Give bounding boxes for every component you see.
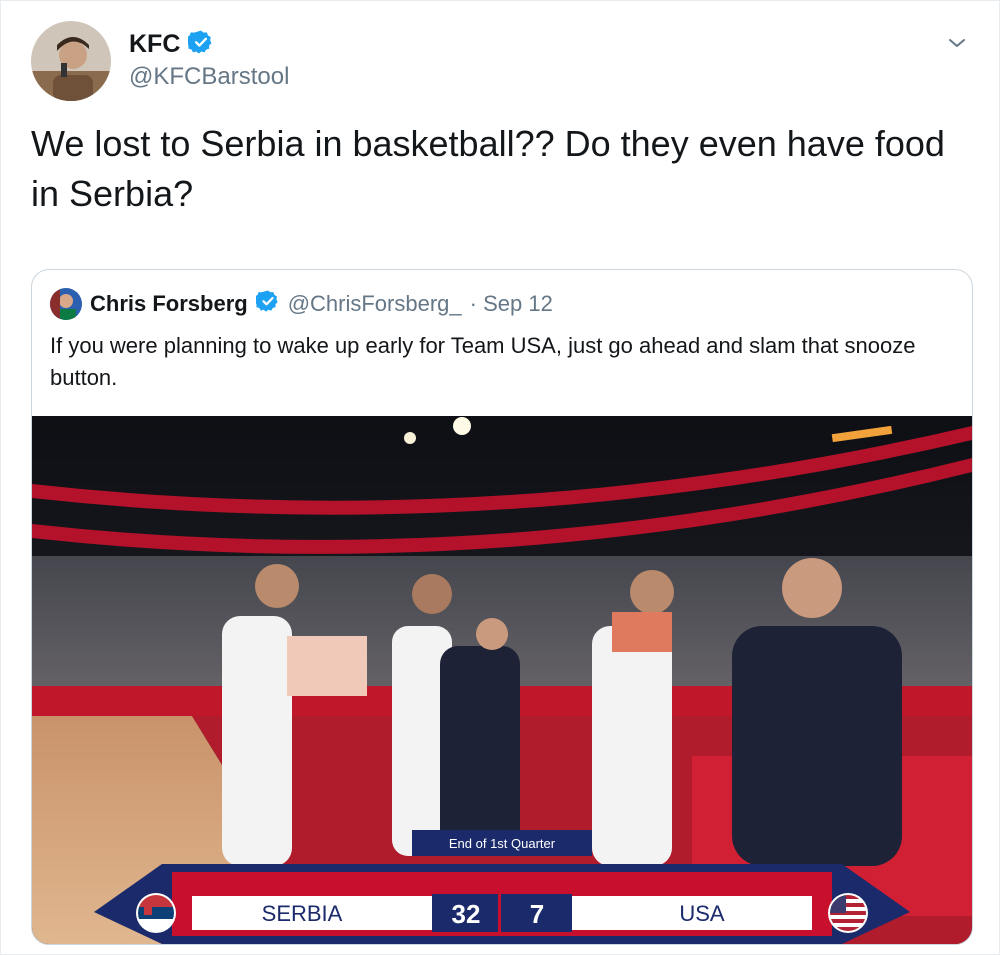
usa-flag-icon [828, 893, 868, 933]
verified-badge-icon [254, 289, 280, 319]
scoreboard-period: End of 1st Quarter [449, 836, 556, 851]
quoted-tweet-date[interactable]: · Sep 12 [470, 291, 553, 317]
serbia-flag-icon [136, 893, 176, 933]
scoreboard-home-team: SERBIA [262, 901, 343, 926]
author-handle[interactable]: @KFCBarstool [129, 63, 289, 91]
tweet-card[interactable]: KFC @KFCBarstool We lost to Serbia in ba… [0, 0, 1000, 955]
quoted-tweet-text: If you were planning to wake up early fo… [50, 333, 916, 390]
quoted-tweet[interactable]: Chris Forsberg @ChrisForsberg_ · Sep 12 … [31, 269, 973, 945]
scoreboard-home-score: 32 [452, 899, 481, 929]
verified-badge-icon [186, 29, 214, 60]
tweet-text: We lost to Serbia in basketball?? Do the… [31, 123, 945, 214]
quoted-author-name[interactable]: Chris Forsberg [90, 291, 248, 317]
scoreboard-away-score: 7 [530, 899, 544, 929]
tweet-media-image[interactable]: End of 1st Quarter SERBIA 32 7 USA [32, 416, 972, 944]
quoted-author-handle[interactable]: @ChrisForsberg_ [288, 291, 462, 317]
author-name[interactable]: KFC [129, 30, 180, 59]
author-avatar[interactable] [31, 21, 111, 101]
quoted-author-avatar[interactable] [50, 288, 82, 320]
chevron-down-icon[interactable] [945, 31, 969, 55]
scoreboard-away-team: USA [679, 901, 725, 926]
